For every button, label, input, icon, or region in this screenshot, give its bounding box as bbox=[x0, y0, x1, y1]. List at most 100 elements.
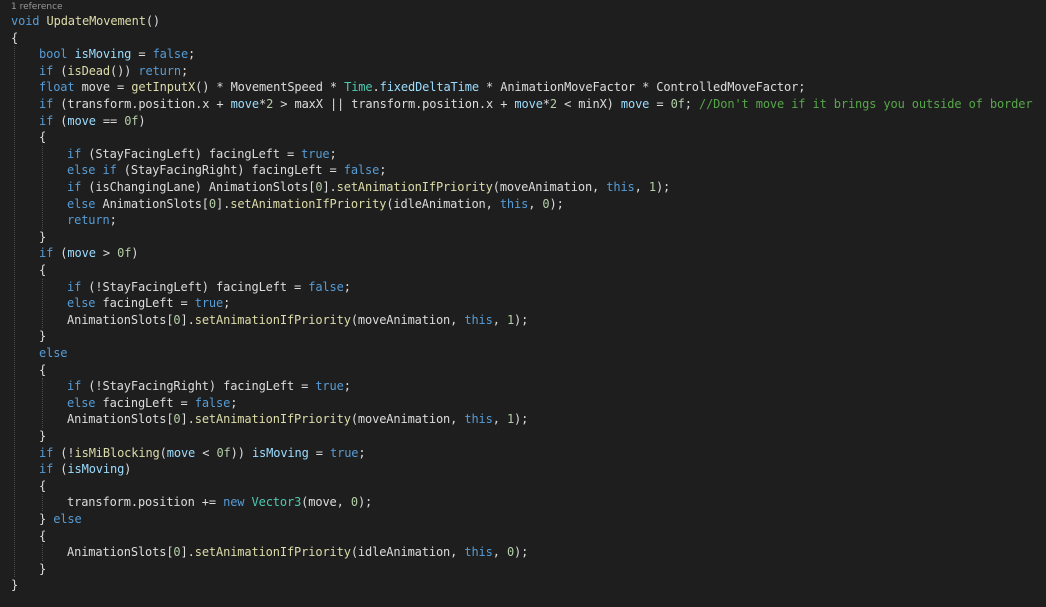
text-token: * AnimationMoveFactor * ControlledMoveFa… bbox=[478, 80, 806, 95]
text-token: (!StayFacingLeft) facingLeft = bbox=[81, 279, 309, 294]
keyword-token: if bbox=[39, 246, 54, 261]
text-token: == bbox=[95, 113, 125, 128]
code-line[interactable]: if (transform.position.x + move*2 > maxX… bbox=[0, 96, 1046, 113]
text-token: move = bbox=[74, 80, 132, 95]
code-line[interactable]: if (!StayFacingRight) facingLeft = true; bbox=[0, 378, 1046, 395]
code-line[interactable]: AnimationSlots[0].setAnimationIfPriority… bbox=[0, 312, 1046, 329]
number-token: 0f bbox=[216, 445, 231, 460]
code-line[interactable]: if (!isMiBlocking(move < 0f)) isMoving =… bbox=[0, 445, 1046, 462]
keyword-token: false bbox=[194, 395, 231, 410]
field-token: move bbox=[620, 97, 650, 111]
code-line[interactable]: else bbox=[0, 345, 1046, 362]
text-token: ); bbox=[514, 545, 529, 560]
number-token: 0 bbox=[506, 545, 515, 560]
number-token: 1 bbox=[506, 412, 515, 427]
text-token: ; bbox=[109, 213, 117, 228]
method-token: isMiBlocking bbox=[74, 445, 160, 460]
text-token: > maxX || transform.position.x + bbox=[273, 97, 515, 111]
text-token: } bbox=[11, 578, 19, 593]
keyword-token: else bbox=[67, 163, 96, 178]
code-line[interactable]: if (isMoving) bbox=[0, 461, 1046, 478]
keyword-token: new bbox=[223, 495, 245, 510]
text-token: (!StayFacingRight) facingLeft = bbox=[81, 379, 316, 394]
code-line[interactable]: void UpdateMovement() bbox=[0, 13, 1046, 30]
code-editor[interactable]: 1 reference void UpdateMovement(){bool i… bbox=[0, 0, 1046, 607]
code-line[interactable]: } bbox=[0, 577, 1046, 594]
text-token: . bbox=[372, 80, 380, 95]
code-line[interactable]: else facingLeft = true; bbox=[0, 295, 1046, 312]
type-token: Time bbox=[344, 80, 373, 95]
keyword-token: this bbox=[606, 180, 635, 194]
text-token: ; bbox=[230, 395, 238, 410]
keyword-token: if bbox=[67, 379, 82, 394]
keyword-token: this bbox=[499, 196, 529, 211]
field-token: move bbox=[166, 445, 196, 460]
text-token: facingLeft = bbox=[95, 296, 195, 311]
text-token: , bbox=[528, 196, 543, 211]
text-token: AnimationSlots[ bbox=[67, 545, 174, 560]
text-token: } bbox=[39, 329, 47, 344]
code-line[interactable]: } bbox=[0, 328, 1046, 345]
code-line[interactable]: if (move > 0f) bbox=[0, 245, 1046, 262]
text-token: ]. bbox=[180, 412, 195, 427]
text-token: ( bbox=[53, 113, 68, 128]
code-line[interactable]: if (isChangingLane) AnimationSlots[0].se… bbox=[0, 179, 1046, 196]
code-line[interactable]: } bbox=[0, 561, 1046, 578]
keyword-token: else bbox=[67, 395, 96, 410]
code-line[interactable]: float move = getInputX() * MovementSpeed… bbox=[0, 79, 1046, 96]
code-line[interactable]: bool isMoving = false; bbox=[0, 46, 1046, 63]
text-token: < minX) bbox=[557, 97, 621, 111]
code-line[interactable]: } bbox=[0, 428, 1046, 445]
number-token: 0 bbox=[173, 412, 181, 427]
text-token: AnimationSlots[ bbox=[67, 412, 174, 427]
codelens-references[interactable]: 1 reference bbox=[11, 2, 63, 13]
code-line[interactable]: if (move == 0f) bbox=[0, 113, 1046, 130]
code-line[interactable]: } bbox=[0, 229, 1046, 246]
code-line[interactable]: } else bbox=[0, 511, 1046, 528]
text-token: (isChangingLane) AnimationSlots[ bbox=[81, 180, 316, 194]
text-token: ; bbox=[223, 296, 231, 311]
code-line[interactable]: AnimationSlots[0].setAnimationIfPriority… bbox=[0, 544, 1046, 561]
keyword-token: true bbox=[194, 296, 224, 311]
keyword-token: false bbox=[343, 163, 380, 178]
text-token: } bbox=[39, 561, 47, 576]
code-line[interactable]: { bbox=[0, 262, 1046, 279]
number-token: 0 bbox=[350, 495, 358, 510]
field-token: move bbox=[230, 97, 260, 111]
text-token: = bbox=[308, 445, 330, 460]
text-token: { bbox=[39, 130, 47, 145]
text-token: ( bbox=[53, 63, 68, 78]
code-line[interactable]: { bbox=[0, 30, 1046, 47]
keyword-token: if bbox=[67, 180, 82, 194]
code-line[interactable]: return; bbox=[0, 212, 1046, 229]
text-token: ; bbox=[329, 146, 337, 161]
code-line[interactable]: if (!StayFacingLeft) facingLeft = false; bbox=[0, 279, 1046, 296]
method-token: setAnimationIfPriority bbox=[230, 196, 387, 211]
code-line[interactable]: transform.position += new Vector3(move, … bbox=[0, 494, 1046, 511]
code-line[interactable]: { bbox=[0, 478, 1046, 495]
keyword-token: false bbox=[308, 279, 344, 294]
text-token: ); bbox=[357, 495, 373, 510]
code-line[interactable]: else if (StayFacingRight) facingLeft = f… bbox=[0, 162, 1046, 179]
code-line[interactable]: else facingLeft = false; bbox=[0, 395, 1046, 412]
field-token: isMoving bbox=[74, 47, 132, 62]
keyword-token: this bbox=[464, 545, 493, 560]
text-token: { bbox=[39, 263, 47, 277]
code-line[interactable]: if (isDead()) return; bbox=[0, 63, 1046, 80]
code-line[interactable]: { bbox=[0, 129, 1046, 146]
text-token: AnimationSlots[ bbox=[67, 312, 174, 327]
code-line[interactable]: else AnimationSlots[0].setAnimationIfPri… bbox=[0, 196, 1046, 213]
keyword-token: if bbox=[39, 445, 54, 460]
code-line[interactable]: { bbox=[0, 362, 1046, 379]
code-line[interactable]: AnimationSlots[0].setAnimationIfPriority… bbox=[0, 411, 1046, 428]
code-line[interactable]: if (StayFacingLeft) facingLeft = true; bbox=[0, 146, 1046, 163]
code-line[interactable]: { bbox=[0, 528, 1046, 545]
keyword-token: true bbox=[330, 445, 359, 460]
text-token: { bbox=[39, 528, 47, 543]
keyword-token: true bbox=[301, 146, 330, 161]
text-token: < bbox=[195, 445, 217, 460]
method-token: setAnimationIfPriority bbox=[194, 312, 351, 327]
